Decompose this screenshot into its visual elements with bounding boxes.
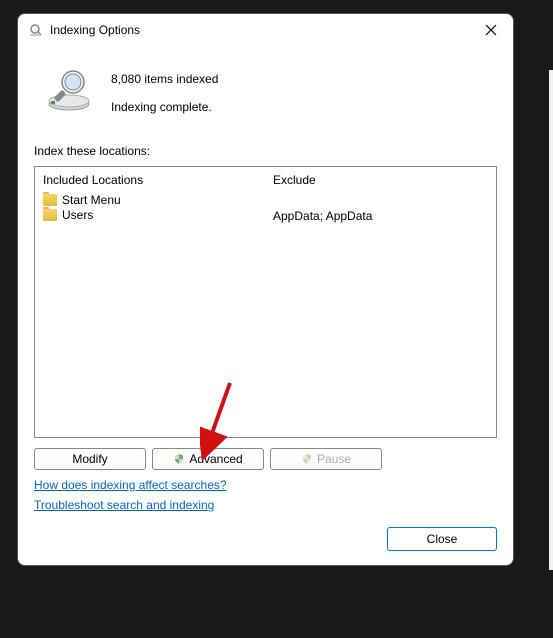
scrollbar-edge	[549, 70, 553, 570]
shield-icon	[173, 453, 185, 465]
locations-listbox: Included Locations Start Menu Users Excl…	[34, 166, 497, 438]
drive-search-icon	[39, 66, 99, 114]
list-item[interactable]: Start Menu	[43, 193, 256, 207]
modify-label: Modify	[72, 452, 107, 466]
modify-button[interactable]: Modify	[34, 448, 146, 470]
dialog-content: 8,080 items indexed Indexing complete. I…	[18, 46, 513, 565]
items-indexed-label: 8,080 items indexed	[111, 72, 218, 86]
shield-icon	[301, 453, 313, 465]
indexing-options-dialog: Indexing Options 8,080 items inde	[17, 13, 514, 566]
included-header: Included Locations	[43, 173, 256, 187]
affect-link[interactable]: How does indexing affect searches?	[34, 478, 227, 492]
indexing-status-label: Indexing complete.	[111, 100, 218, 114]
folder-icon	[43, 194, 57, 206]
titlebar: Indexing Options	[18, 14, 513, 46]
locations-label: Index these locations:	[34, 144, 497, 158]
advanced-button[interactable]: Advanced	[152, 448, 264, 470]
location-name: Start Menu	[62, 193, 121, 207]
included-column: Included Locations Start Menu Users	[35, 167, 265, 437]
close-icon	[485, 24, 497, 36]
troubleshoot-link[interactable]: Troubleshoot search and indexing	[34, 498, 214, 512]
window-title: Indexing Options	[50, 23, 477, 37]
close-button[interactable]	[477, 16, 505, 44]
dialog-footer: Close	[34, 527, 497, 551]
close-label: Close	[427, 532, 458, 546]
close-dialog-button[interactable]: Close	[387, 527, 497, 551]
exclude-value: AppData; AppData	[273, 209, 488, 223]
location-name: Users	[62, 208, 93, 222]
pause-label: Pause	[317, 452, 351, 466]
list-item[interactable]: Users	[43, 208, 256, 222]
pause-button: Pause	[270, 448, 382, 470]
exclude-column: Exclude AppData; AppData	[265, 167, 496, 437]
advanced-label: Advanced	[189, 452, 242, 466]
indexing-icon	[28, 22, 44, 38]
exclude-header: Exclude	[273, 173, 488, 187]
button-row: Modify Advanced	[34, 448, 497, 470]
status-section: 8,080 items indexed Indexing complete.	[34, 56, 497, 114]
folder-icon	[43, 209, 57, 221]
status-text: 8,080 items indexed Indexing complete.	[111, 66, 218, 114]
